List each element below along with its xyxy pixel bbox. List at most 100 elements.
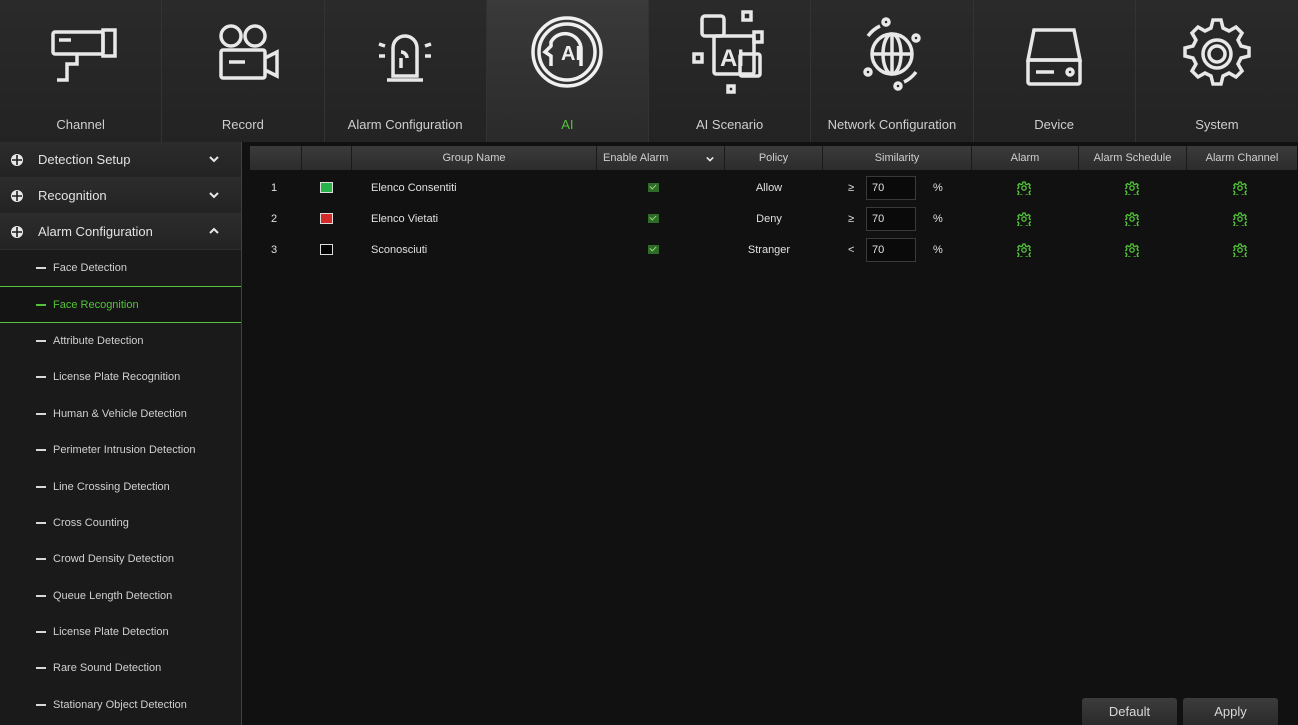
header-alarm-channel: Alarm Channel — [1187, 146, 1297, 170]
alarm-settings-icon[interactable] — [1015, 211, 1033, 229]
nav-tab-system[interactable]: System — [1136, 0, 1298, 142]
apply-button[interactable]: Apply — [1183, 698, 1278, 725]
sidebar-item-crowd-density-detection[interactable]: Crowd Density Detection — [0, 541, 241, 577]
sidebar-item-license-plate-recognition[interactable]: License Plate Recognition — [0, 359, 241, 395]
dash-icon — [36, 485, 46, 488]
enable-alarm-checkbox[interactable] — [648, 245, 659, 254]
sidebar-item-human-vehicle-detection[interactable]: Human & Vehicle Detection — [0, 396, 241, 432]
sidebar-section-label: Recognition — [38, 188, 107, 203]
dash-icon — [36, 303, 46, 306]
sidebar-section-detection-setup[interactable]: Detection Setup — [0, 142, 241, 178]
svg-text:AI: AI — [561, 43, 581, 65]
nav-tab-network-configuration[interactable]: Network Configuration — [811, 0, 974, 142]
sidebar-item-rare-sound-detection[interactable]: Rare Sound Detection — [0, 650, 241, 686]
ai-scenario-icon: AI — [680, 10, 780, 100]
alarm-settings-icon[interactable] — [1015, 180, 1033, 198]
sidebar-item-label: Face Detection — [53, 262, 127, 275]
alarm-channel-icon[interactable] — [1231, 211, 1249, 229]
chevron-down-icon — [209, 192, 219, 199]
nav-label: AI Scenario — [696, 117, 764, 132]
dash-icon — [36, 631, 46, 634]
sidebar-item-label: Stationary Object Detection — [53, 698, 187, 711]
chevron-down-icon — [209, 156, 219, 163]
sidebar-item-label: License Plate Recognition — [53, 371, 181, 384]
group-color-swatch[interactable] — [320, 182, 333, 193]
sidebar-section-alarm-configuration[interactable]: Alarm Configuration — [0, 214, 241, 250]
alarm-schedule-icon[interactable] — [1123, 242, 1141, 260]
similarity-input[interactable]: 70 — [866, 206, 916, 231]
dash-icon — [36, 376, 46, 379]
nav-tab-ai-scenario[interactable]: AI AI Scenario — [649, 0, 812, 142]
dash-icon — [36, 521, 46, 524]
default-button[interactable]: Default — [1082, 698, 1177, 725]
table-row: 2 Elenco Vietati Deny ≥70% — [250, 202, 1297, 235]
row-index: 2 — [271, 212, 278, 225]
nav-tab-ai[interactable]: AI AI — [486, 0, 649, 142]
sidebar-item-label: Rare Sound Detection — [53, 662, 162, 675]
sidebar-item-face-recognition[interactable]: Face Recognition — [0, 286, 241, 323]
alarm-schedule-icon[interactable] — [1123, 211, 1141, 229]
nav-tab-alarm-configuration[interactable]: Alarm Configuration — [325, 0, 487, 142]
header-color — [302, 146, 352, 170]
sidebar-item-label: Queue Length Detection — [53, 589, 173, 602]
nav-tab-record[interactable]: Record — [162, 0, 325, 142]
sidebar-item-line-crossing-detection[interactable]: Line Crossing Detection — [0, 468, 241, 504]
group-name: Elenco Consentiti — [371, 181, 457, 194]
siren-icon — [355, 10, 455, 100]
gear-icon — [1167, 10, 1267, 100]
sidebar-item-queue-length-detection[interactable]: Queue Length Detection — [0, 578, 241, 614]
alarm-channel-icon[interactable] — [1231, 180, 1249, 198]
header-group-name: Group Name — [352, 146, 597, 170]
face-recognition-alarm-panel: Group Name Enable Alarm Policy Similarit… — [241, 142, 1298, 725]
table-header: Group Name Enable Alarm Policy Similarit… — [250, 146, 1297, 170]
sidebar-section-recognition[interactable]: Recognition — [0, 178, 241, 214]
nav-label: AI — [561, 117, 574, 132]
sidebar-item-attribute-detection[interactable]: Attribute Detection — [0, 323, 241, 359]
dash-icon — [36, 267, 46, 270]
sidebar-item-face-detection[interactable]: Face Detection — [0, 250, 241, 286]
header-alarm-schedule: Alarm Schedule — [1079, 146, 1187, 170]
header-alarm: Alarm — [972, 146, 1079, 170]
alarm-schedule-icon[interactable] — [1123, 180, 1141, 198]
group-name: Elenco Vietati — [371, 212, 439, 225]
policy-value: Deny — [756, 212, 782, 225]
sidebar-item-perimeter-intrusion-detection[interactable]: Perimeter Intrusion Detection — [0, 432, 241, 468]
alarm-channel-icon[interactable] — [1231, 242, 1249, 260]
sidebar-item-stationary-object-detection[interactable]: Stationary Object Detection — [0, 687, 241, 723]
sidebar-item-license-plate-detection[interactable]: License Plate Detection — [0, 614, 241, 650]
dash-icon — [36, 594, 46, 597]
nav-label: Network Configuration — [827, 117, 957, 132]
sidebar-item-label: Crowd Density Detection — [53, 553, 175, 566]
header-index — [250, 146, 302, 170]
similarity-unit: % — [933, 181, 943, 194]
group-color-swatch[interactable] — [320, 244, 333, 255]
enable-alarm-checkbox[interactable] — [648, 214, 659, 223]
table-row: 1 Elenco Consentiti Allow ≥70% — [250, 171, 1297, 204]
header-enable-alarm-label: Enable Alarm — [603, 152, 669, 164]
sidebar-item-label: Face Recognition — [53, 298, 139, 311]
nav-label: Channel — [56, 117, 105, 132]
header-similarity: Similarity — [823, 146, 972, 170]
similarity-input[interactable]: 70 — [866, 175, 916, 200]
group-color-swatch[interactable] — [320, 213, 333, 224]
similarity-operator: ≥ — [848, 181, 855, 194]
alarm-settings-icon[interactable] — [1015, 242, 1033, 260]
nav-label: System — [1195, 117, 1239, 132]
dash-icon — [36, 412, 46, 415]
sidebar-item-cross-counting[interactable]: Cross Counting — [0, 505, 241, 541]
hdd-device-icon — [1004, 10, 1104, 100]
nav-tab-channel[interactable]: Channel — [0, 0, 163, 142]
policy-value: Allow — [755, 181, 783, 194]
ai-head-icon: AI — [517, 10, 617, 100]
camera-icon — [31, 10, 131, 100]
header-enable-alarm[interactable]: Enable Alarm — [597, 146, 725, 170]
dash-icon — [36, 339, 46, 342]
header-policy: Policy — [725, 146, 823, 170]
enable-alarm-checkbox[interactable] — [648, 183, 659, 192]
similarity-operator: ≥ — [848, 212, 855, 225]
dash-icon — [36, 667, 46, 670]
chevron-up-icon — [209, 227, 219, 234]
similarity-input[interactable]: 70 — [866, 237, 916, 262]
nav-tab-device[interactable]: Device — [974, 0, 1136, 142]
chevron-down-icon — [706, 156, 714, 162]
